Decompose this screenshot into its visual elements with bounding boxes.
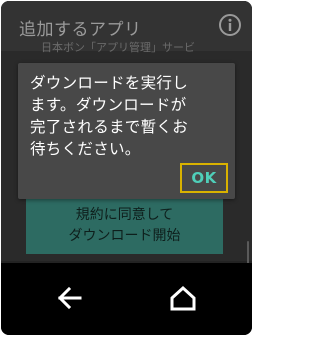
download-dialog: ダウンロードを実行し ます。ダウンロードが 完了されるまで暫くお 待ちください。… <box>18 63 235 199</box>
page-title: 追加するアプリ <box>19 20 142 40</box>
dialog-message: ダウンロードを実行し ます。ダウンロードが 完了されるまで暫くお 待ちください。 <box>30 74 189 158</box>
ok-button[interactable]: OK <box>180 163 228 193</box>
scrollbar[interactable] <box>247 241 249 265</box>
agree-download-button[interactable]: 規約に同意して ダウンロード開始 <box>26 198 223 254</box>
agree-button-line1: 規約に同意して <box>75 207 174 223</box>
ok-button-label: OK <box>191 169 217 187</box>
device-screen: 追加するアプリ 日本ボン「アプリ管理」サービ 規約に同意して ダウンロード開始 … <box>1 1 252 335</box>
agree-button-line2: ダウンロード開始 <box>68 228 181 244</box>
home-icon[interactable] <box>169 284 197 312</box>
back-arrow-icon[interactable] <box>57 285 83 311</box>
navigation-bar <box>1 263 252 335</box>
terms-text: 日本ボン「アプリ管理」サービ <box>41 41 195 54</box>
info-icon[interactable] <box>218 13 242 37</box>
